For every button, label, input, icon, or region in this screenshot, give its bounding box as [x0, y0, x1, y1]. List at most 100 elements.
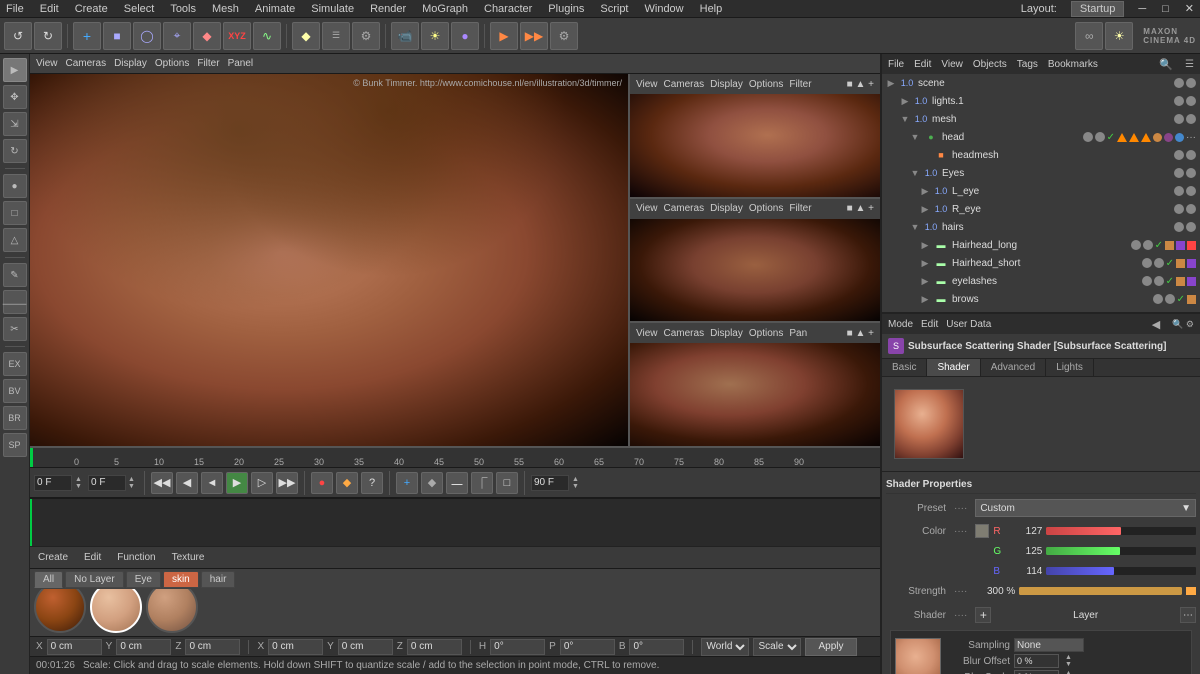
light-icon-btn[interactable]: ☀: [1105, 22, 1133, 50]
question-btn[interactable]: ?: [361, 472, 383, 494]
shader-plus-btn[interactable]: +: [975, 607, 991, 623]
vp-rt-display[interactable]: Display: [710, 79, 743, 90]
preset-dropdown[interactable]: Custom ▼: [975, 499, 1196, 517]
tab-all[interactable]: All: [34, 571, 63, 588]
obj-row-scene[interactable]: ▶ 1.0 scene: [882, 74, 1200, 92]
coord-x2-input[interactable]: [268, 639, 323, 655]
vp-rm-view[interactable]: View: [636, 203, 658, 214]
redo-btn[interactable]: ↻: [34, 22, 62, 50]
menu-mograph[interactable]: MoGraph: [420, 3, 470, 15]
tab-advanced[interactable]: Advanced: [981, 359, 1046, 376]
obj-edit-menu[interactable]: Edit: [914, 59, 931, 70]
tab-skin[interactable]: skin: [163, 571, 199, 588]
menu-character[interactable]: Character: [482, 3, 534, 15]
obj-tags-menu[interactable]: Tags: [1017, 59, 1038, 70]
obj-row-hairshort[interactable]: ▶ ▬ Hairhead_short ✓: [882, 254, 1200, 272]
frame-start-input[interactable]: [34, 475, 72, 491]
add-key-btn[interactable]: +: [396, 472, 418, 494]
obj-objects-menu[interactable]: Objects: [973, 59, 1007, 70]
coord-b-input[interactable]: [629, 639, 684, 655]
key-track-btn[interactable]: ⎼: [446, 472, 468, 494]
vp-rt-options[interactable]: Options: [749, 79, 783, 90]
vp-rb-cameras[interactable]: Cameras: [664, 328, 705, 339]
props-arrow-icon[interactable]: ◀: [1152, 318, 1160, 331]
autokey-btn[interactable]: ◆: [336, 472, 358, 494]
obj-row-headmesh[interactable]: ■ headmesh: [882, 146, 1200, 164]
tool-knife[interactable]: ✂: [3, 317, 27, 341]
frame-stepper[interactable]: ▲▼: [75, 476, 85, 490]
window-maximize-btn[interactable]: □: [1160, 3, 1171, 15]
tool-bevel[interactable]: BV: [3, 379, 27, 403]
end-frame-stepper[interactable]: ▲▼: [572, 476, 582, 490]
frame-stepper2[interactable]: ▲▼: [128, 476, 138, 490]
bottom-texture-btn[interactable]: Texture: [168, 552, 209, 563]
menu-tools[interactable]: Tools: [168, 3, 198, 15]
obj-bookmarks-menu[interactable]: Bookmarks: [1048, 59, 1098, 70]
coord-y2-input[interactable]: [338, 639, 393, 655]
tab-lights[interactable]: Lights: [1046, 359, 1094, 376]
vp-rt-cameras[interactable]: Cameras: [664, 79, 705, 90]
cube-btn[interactable]: ■: [103, 22, 131, 50]
props-mode-menu[interactable]: Mode: [888, 319, 913, 330]
vp-rt-filter[interactable]: Filter: [789, 79, 811, 90]
coord-space2-select[interactable]: Scale: [753, 638, 801, 656]
go-start-btn[interactable]: ◀◀: [151, 472, 173, 494]
key-frame-btn[interactable]: □: [496, 472, 518, 494]
window-minimize-btn[interactable]: ─: [1136, 3, 1148, 15]
vp-options-menu[interactable]: Options: [155, 58, 189, 69]
tab-hair[interactable]: hair: [201, 571, 236, 588]
tool-bridge[interactable]: BR: [3, 406, 27, 430]
vp-rm-filter[interactable]: Filter: [789, 203, 811, 214]
nurbs-btn[interactable]: ◆: [193, 22, 221, 50]
camera-btn[interactable]: 📹: [391, 22, 419, 50]
vp-filter-menu[interactable]: Filter: [197, 58, 219, 69]
coord-x-input[interactable]: [47, 639, 102, 655]
step-fwd-btn[interactable]: ▷: [251, 472, 273, 494]
vp-view-menu[interactable]: View: [36, 58, 58, 69]
new-object-btn[interactable]: +: [73, 22, 101, 50]
play-btn[interactable]: ▶: [226, 472, 248, 494]
obj-row-lights[interactable]: ▶ 1.0 lights.1: [882, 92, 1200, 110]
coord-y-input[interactable]: [116, 639, 171, 655]
bottom-edit-btn[interactable]: Edit: [80, 552, 105, 563]
menu-plugins[interactable]: Plugins: [546, 3, 586, 15]
render-settings-btn[interactable]: ⚙: [550, 22, 578, 50]
apply-button[interactable]: Apply: [805, 638, 856, 656]
vp-rm-cameras[interactable]: Cameras: [664, 203, 705, 214]
tab-eye[interactable]: Eye: [126, 571, 161, 588]
current-frame-input[interactable]: [88, 475, 126, 491]
vp-rb-options[interactable]: Options: [749, 328, 783, 339]
menu-mesh[interactable]: Mesh: [210, 3, 241, 15]
r-slider[interactable]: [1046, 527, 1196, 535]
tab-basic[interactable]: Basic: [882, 359, 927, 376]
go-end-btn[interactable]: ▶▶: [276, 472, 298, 494]
tool-move[interactable]: ✥: [3, 85, 27, 109]
menu-edit[interactable]: Edit: [38, 3, 61, 15]
vp-rb-pan[interactable]: Pan: [789, 328, 807, 339]
render-active-btn[interactable]: ▶▶: [520, 22, 548, 50]
vp-panel-menu[interactable]: Panel: [228, 58, 254, 69]
layer-more-btn[interactable]: ⋯: [1180, 607, 1196, 623]
vp-rt-view[interactable]: View: [636, 79, 658, 90]
end-frame-input[interactable]: [531, 475, 569, 491]
keyframe-btn[interactable]: ◆: [292, 22, 320, 50]
blur-scale-field[interactable]: 0 %: [1014, 670, 1059, 674]
undo-btn[interactable]: ↺: [4, 22, 32, 50]
props-edit-menu[interactable]: Edit: [921, 319, 938, 330]
coord-space1-select[interactable]: World: [701, 638, 749, 656]
menu-select[interactable]: Select: [122, 3, 157, 15]
obj-row-brows[interactable]: ▶ ▬ brows ✓: [882, 290, 1200, 308]
menu-simulate[interactable]: Simulate: [309, 3, 356, 15]
render-scene-btn[interactable]: ▶: [490, 22, 518, 50]
menu-animate[interactable]: Animate: [253, 3, 297, 15]
g-slider[interactable]: [1046, 547, 1196, 555]
vp-rb-display[interactable]: Display: [710, 328, 743, 339]
obj-row-reye[interactable]: ▶ 1.0 R_eye: [882, 200, 1200, 218]
tool-select[interactable]: ▶: [3, 58, 27, 82]
layout-dropdown[interactable]: Startup: [1071, 1, 1124, 17]
timeline-btn[interactable]: ☰: [322, 22, 350, 50]
tab-no-layer[interactable]: No Layer: [65, 571, 124, 588]
obj-file-menu[interactable]: File: [888, 59, 904, 70]
obj-row-eyes[interactable]: ▼ 1.0 Eyes: [882, 164, 1200, 182]
tool-extrude[interactable]: EX: [3, 352, 27, 376]
